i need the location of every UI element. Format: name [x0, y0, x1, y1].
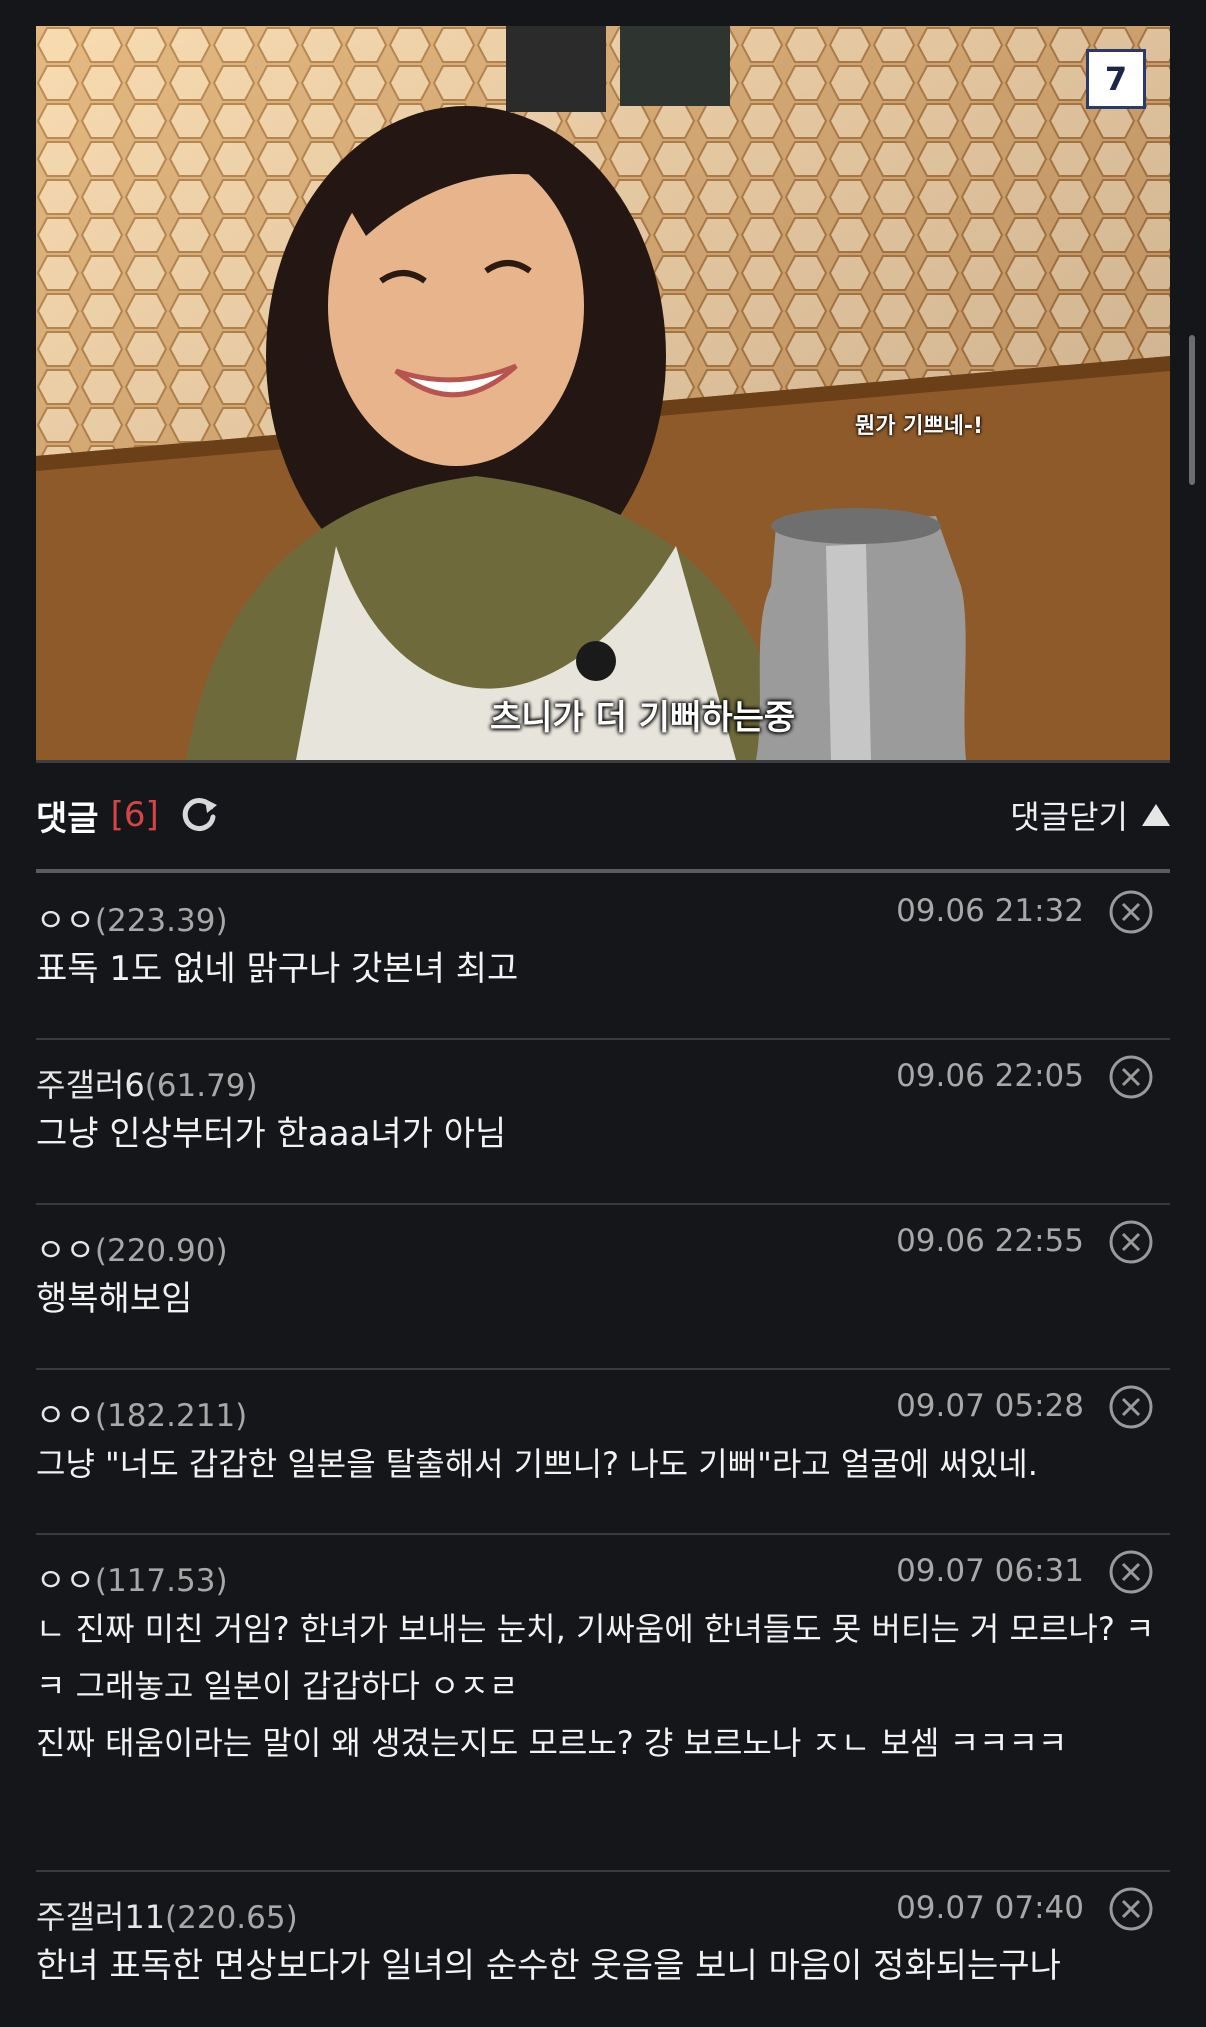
comment-author: ㅇㅇ(223.39)	[36, 901, 228, 939]
photo-illustration	[36, 26, 1170, 760]
delete-comment-icon[interactable]	[1108, 889, 1154, 935]
delete-comment-icon[interactable]	[1108, 1549, 1154, 1595]
comments-title-group: 댓글 [6]	[36, 791, 221, 840]
post-image	[36, 26, 1170, 763]
close-comments-button[interactable]: 댓글닫기	[1010, 792, 1170, 838]
comment-date: 09.07 06:31	[896, 1553, 1084, 1589]
subtitle-small: 뭔가 기쁘네-!	[855, 414, 984, 439]
comment-date: 09.07 07:40	[896, 1890, 1084, 1926]
comment-text: 한녀 표독한 면상보다가 일녀의 순수한 웃음을 보니 마음이 정화되는구나	[36, 1946, 1061, 1986]
comment-text: 표독 1도 없네 맑구나 갓본녀 최고	[36, 949, 519, 989]
comment-item: 주갤러6(61.79) 09.06 22:05 그냥 인상부터가 한aaa녀가 …	[36, 1040, 1170, 1205]
comment-author: ㅇㅇ(182.211)	[36, 1396, 248, 1434]
comment-author: 주갤러11(220.65)	[36, 1898, 298, 1936]
close-comments-label: 댓글닫기	[1010, 798, 1128, 836]
comment-ip: (182.211)	[94, 1398, 248, 1434]
comment-item: ㅇㅇ(223.39) 09.06 21:32 표독 1도 없네 맑구나 갓본녀 …	[36, 875, 1170, 1040]
comment-text: 그냥 "너도 갑갑한 일본을 탈출해서 기쁘니? 나도 기뻐"라고 얼굴에 써있…	[36, 1445, 1038, 1483]
comment-item: ㅇㅇ(220.90) 09.06 22:55 행복해보임	[36, 1205, 1170, 1370]
delete-comment-icon[interactable]	[1108, 1054, 1154, 1100]
comment-author: 주갤러6(61.79)	[36, 1066, 258, 1104]
comment-ip: (220.90)	[94, 1233, 228, 1269]
collapse-triangle-icon	[1142, 804, 1170, 826]
comment-date: 09.06 22:55	[896, 1223, 1084, 1259]
comment-ip: (117.53)	[94, 1563, 228, 1599]
comment-date: 09.06 22:05	[896, 1058, 1084, 1094]
delete-comment-icon[interactable]	[1108, 1886, 1154, 1932]
header-divider	[36, 869, 1170, 873]
comment-author: ㅇㅇ(117.53)	[36, 1561, 228, 1599]
comment-ip: (223.39)	[94, 903, 228, 939]
comments-title: 댓글	[36, 798, 99, 839]
comments-header: 댓글 [6] 댓글닫기	[36, 785, 1170, 845]
comment-item: ㅇㅇ(117.53) 09.07 06:31 ㄴ 진짜 미친 거임? 한녀가 보…	[36, 1535, 1170, 1872]
comment-ip: (61.79)	[144, 1068, 258, 1104]
comment-date: 09.07 05:28	[896, 1388, 1084, 1424]
comment-text: ㄴ 진짜 미친 거임? 한녀가 보내는 눈치, 기싸움에 한녀들도 못 버티는 …	[36, 1610, 1155, 1762]
comment-item: ㅇㅇ(182.211) 09.07 05:28 그냥 "너도 갑갑한 일본을 탈…	[36, 1370, 1170, 1535]
delete-comment-icon[interactable]	[1108, 1384, 1154, 1430]
comments-count: [6]	[110, 795, 159, 835]
subtitle-big: 츠니가 더 기뻐하는중	[490, 698, 796, 738]
comment-author: ㅇㅇ(220.90)	[36, 1231, 228, 1269]
comment-date: 09.06 21:32	[896, 893, 1084, 929]
comment-item: 주갤러11(220.65) 09.07 07:40 한녀 표독한 면상보다가 일…	[36, 1872, 1170, 2027]
comment-text: 그냥 인상부터가 한aaa녀가 아님	[36, 1114, 507, 1154]
comment-ip: (220.65)	[165, 1900, 298, 1936]
page-number-badge: 7	[1086, 49, 1146, 109]
comment-text: 행복해보임	[36, 1279, 193, 1319]
delete-comment-icon[interactable]	[1108, 1219, 1154, 1265]
refresh-icon[interactable]	[177, 793, 221, 837]
scrollbar-thumb[interactable]	[1189, 335, 1195, 485]
